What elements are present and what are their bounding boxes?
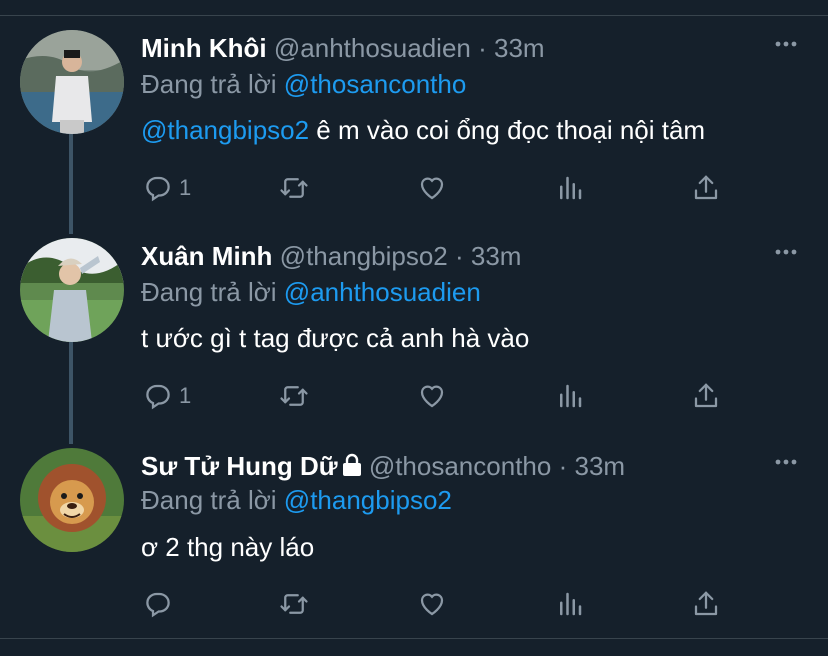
reply-button[interactable]: 1 [143, 378, 191, 414]
retweet-icon [280, 594, 308, 614]
like-button[interactable] [417, 170, 447, 206]
avatar[interactable] [20, 30, 124, 134]
more-icon[interactable] [774, 248, 798, 256]
top-divider [0, 15, 828, 16]
display-name[interactable]: Xuân Minh [141, 241, 272, 271]
tweet-text: ơ 2 thg này láo [141, 530, 314, 564]
share-icon [694, 383, 718, 408]
reply-icon [146, 592, 170, 618]
tweet-actions [141, 586, 781, 626]
replying-to-mention[interactable]: @thangbipso2 [284, 485, 452, 515]
user-handle[interactable]: @thosancontho [369, 451, 552, 481]
like-button[interactable] [417, 378, 447, 414]
analytics-button[interactable] [555, 586, 585, 622]
like-button[interactable] [417, 586, 447, 622]
retweet-button[interactable] [279, 586, 309, 622]
bottom-divider [0, 638, 828, 639]
replying-to-mention[interactable]: @anhthosuadien [284, 277, 481, 307]
share-button[interactable] [691, 170, 721, 206]
avatar-photo [20, 238, 124, 342]
separator-dot: · [478, 33, 487, 63]
share-button[interactable] [691, 586, 721, 622]
tweet-header: Xuân Minh @thangbipso2 · 33m [141, 240, 521, 272]
separator-dot: · [558, 451, 568, 481]
timestamp[interactable]: 33m [471, 241, 522, 271]
timestamp[interactable]: 33m [574, 451, 625, 481]
display-name[interactable]: Minh Khôi [141, 33, 267, 63]
tweet-text: t ước gì t tag được cả anh hà vào [141, 321, 529, 355]
reply-icon [146, 384, 170, 410]
like-icon [420, 177, 444, 200]
retweet-button[interactable] [279, 378, 309, 414]
share-icon [694, 175, 718, 200]
reply-count: 1 [179, 383, 192, 408]
tweet-header: Minh Khôi @anhthosuadien · 33m [141, 32, 545, 64]
avatar-photo [20, 448, 124, 552]
share-icon [694, 591, 718, 616]
analytics-icon [560, 384, 582, 408]
display-name[interactable]: Sư Tử Hung Dữ [141, 451, 338, 481]
retweet-icon [280, 386, 308, 406]
share-button[interactable] [691, 378, 721, 414]
body-text: ơ 2 thg này láo [141, 532, 315, 562]
analytics-button[interactable] [555, 378, 585, 414]
tweet-text: @thangbipso2 ê m vào coi ổng đọc thoại n… [141, 113, 705, 147]
replying-to: Đang trả lời @thosancontho [141, 68, 466, 100]
reply-icon [146, 176, 170, 202]
analytics-button[interactable] [555, 170, 585, 206]
replying-prefix: Đang trả lời [141, 69, 277, 99]
like-icon [420, 593, 444, 616]
replying-to: Đang trả lời @thangbipso2 [141, 484, 452, 516]
body-mention[interactable]: @thangbipso2 [141, 115, 309, 145]
separator-dot: · [454, 241, 464, 271]
tweet-actions: 1 [141, 378, 781, 418]
tweet-3[interactable]: Sư Tử Hung Dữ @thosancontho · 33m Đang t… [0, 448, 828, 633]
tweet-actions: 1 [141, 170, 781, 210]
tweet-1[interactable]: Minh Khôi @anhthosuadien · 33m Đang trả … [0, 30, 828, 225]
replying-prefix: Đang trả lời [141, 485, 277, 515]
replying-to-mention[interactable]: @thosancontho [284, 69, 467, 99]
tweet-header: Sư Tử Hung Dữ @thosancontho · 33m [141, 450, 625, 482]
user-handle[interactable]: @thangbipso2 [280, 241, 448, 271]
user-handle[interactable]: @anhthosuadien [274, 33, 471, 63]
lock-icon [342, 453, 361, 476]
avatar[interactable] [20, 448, 124, 552]
reply-button[interactable] [143, 586, 179, 622]
avatar[interactable] [20, 238, 124, 342]
analytics-icon [560, 176, 582, 200]
retweet-button[interactable] [279, 170, 309, 206]
body-text: ê m vào coi ổng đọc thoại nội tâm [309, 115, 706, 145]
avatar-photo [20, 30, 124, 134]
replying-prefix: Đang trả lời [141, 277, 277, 307]
timestamp[interactable]: 33m [494, 33, 545, 63]
like-icon [420, 385, 444, 408]
more-icon[interactable] [774, 40, 798, 48]
tweet-2[interactable]: Xuân Minh @thangbipso2 · 33m Đang trả lờ… [0, 238, 828, 433]
reply-count: 1 [179, 175, 192, 200]
body-text: t ước gì t tag được cả anh hà vào [141, 323, 530, 353]
replying-to: Đang trả lời @anhthosuadien [141, 276, 481, 308]
more-icon[interactable] [774, 458, 798, 466]
retweet-icon [280, 178, 308, 198]
analytics-icon [560, 592, 582, 616]
reply-button[interactable]: 1 [143, 170, 191, 206]
